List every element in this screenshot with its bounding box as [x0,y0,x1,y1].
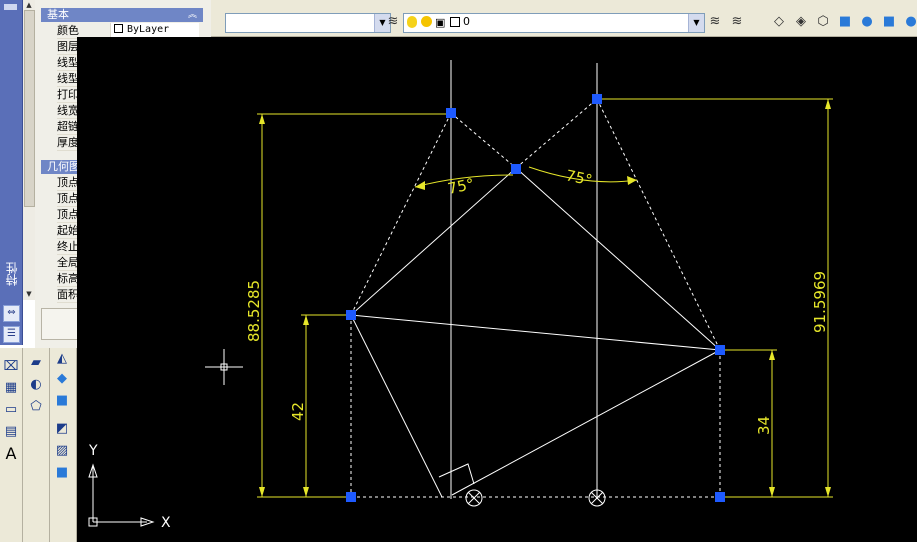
section-general-title: 基本 [47,8,69,21]
cube-icon[interactable]: ■ [881,14,897,30]
layer-states-icon[interactable]: ≋ [729,14,745,30]
dim-arrow [259,487,265,497]
shade-icon[interactable]: ● [903,14,917,30]
dim-arrow [627,176,637,185]
pyramid-icon[interactable]: ◭ [53,350,71,368]
right-angle-mark [438,463,475,485]
grip[interactable] [511,164,521,174]
palette-title: 特性 [5,262,19,286]
cylinder-icon[interactable]: ◆ [53,370,71,388]
autohide-icon[interactable]: ⇔ [3,305,20,322]
scroll-down-icon[interactable]: ▼ [24,290,34,298]
dim-arrow [769,350,775,360]
extrude-icon[interactable]: ▰ [27,354,45,372]
properties-palette-titlebar[interactable]: 特性 ⇔ ☰ [0,0,23,345]
view-3d-icon[interactable]: ■ [837,14,853,30]
drawing-canvas[interactable]: 88.5285 91.5969 42 34 75° 75° Y X [77,37,917,542]
modify-toolbar: ▰ ◐ ⬠ [23,348,50,542]
layer-lock-icon[interactable]: ▣ [435,16,445,29]
dashed-construction-line [596,98,721,351]
box-icon[interactable]: ■ [53,464,71,482]
sphere-icon[interactable]: ● [859,14,875,30]
grip[interactable] [715,492,725,502]
solid-union-icon[interactable]: ■ [53,392,71,410]
color-swatch [114,24,123,33]
polyline-segment [350,167,517,316]
scroll-thumb[interactable] [24,10,35,207]
region-icon[interactable]: ▭ [2,401,20,419]
dim-text-left: 88.5285 [245,280,263,342]
layer-previous-icon[interactable]: ≋ [707,14,723,30]
table-icon[interactable]: ▤ [2,423,20,441]
palette-menu-icon[interactable]: ☰ [3,326,20,343]
drawing-svg[interactable]: 88.5285 91.5969 42 34 75° 75° Y X [77,37,917,542]
dim-text-right: 91.5969 [811,271,829,333]
layer-color-swatch [450,17,460,27]
property-value[interactable]: ByLayer [110,23,199,38]
dim-arrow [825,99,831,109]
section-general-header[interactable]: 基本 ︽ [41,8,203,22]
text-icon[interactable]: A [2,445,20,463]
grip[interactable] [346,492,356,502]
property-row[interactable]: 颜色 ByLayer [57,23,199,39]
dim-arrow [825,487,831,497]
view-bottom-icon[interactable]: ◈ [793,14,809,30]
draw-toolbar: ⌧ ▦ ▭ ▤ A [0,348,23,542]
layer-combo[interactable]: ▣ 0 ▼ [403,13,705,33]
scroll-up-icon[interactable]: ▲ [24,1,34,9]
grip[interactable] [715,345,725,355]
polygon-icon[interactable]: ▦ [2,379,20,397]
polyline-segment [451,349,721,496]
dim-text-small-right: 34 [755,416,773,435]
top-toolbar: ▼ ≋ ▣ 0 ▼ ≋ ≋ ◇ ◈ ⬡ ■ ● ■ ● [211,0,917,37]
workspace-combo[interactable]: ▼ [225,13,391,33]
solids-toolbar: ◭ ◆ ■ ◩ ▨ ■ [50,348,77,542]
dashed-construction-line [515,98,598,169]
view-left-icon[interactable]: ⬡ [815,14,831,30]
polyline-segment [515,167,721,351]
polyline-segment [350,314,443,498]
revolve-icon[interactable]: ◐ [27,376,45,394]
layer-manager-icon[interactable]: ≋ [385,14,401,30]
layer-name: 0 [463,15,470,28]
dashed-construction-line [450,112,517,169]
palette-close-strip[interactable] [4,4,17,10]
chevron-down-icon[interactable]: ▼ [688,14,704,32]
collapse-icon[interactable]: ︽ [188,8,197,22]
dim-arrow [769,487,775,497]
polyline-segment [350,314,721,351]
dim-arrow [259,114,265,124]
dim-arrow [415,181,425,190]
polyline-icon[interactable]: ⌧ [2,358,20,376]
flatten-icon[interactable]: ▨ [53,442,71,460]
ucs-icon [88,463,155,527]
grip[interactable] [446,108,456,118]
sweep-icon[interactable]: ⬠ [27,398,45,416]
grip[interactable] [592,94,602,104]
grip[interactable] [346,310,356,320]
ucs-y-label: Y [88,443,98,459]
dim-text-small-left: 42 [289,402,307,421]
dim-arrow [303,487,309,497]
layer-on-bulb-icon[interactable] [407,16,417,28]
property-value-text: ByLayer [127,24,170,35]
dim-arrow [303,315,309,325]
angle-text-right: 75° [564,166,594,189]
section-plane-icon[interactable]: ◩ [53,420,71,438]
ucs-x-label: X [161,515,171,531]
layer-thaw-sun-icon[interactable] [421,16,432,27]
view-top-icon[interactable]: ◇ [771,14,787,30]
dashed-construction-line [350,112,452,316]
